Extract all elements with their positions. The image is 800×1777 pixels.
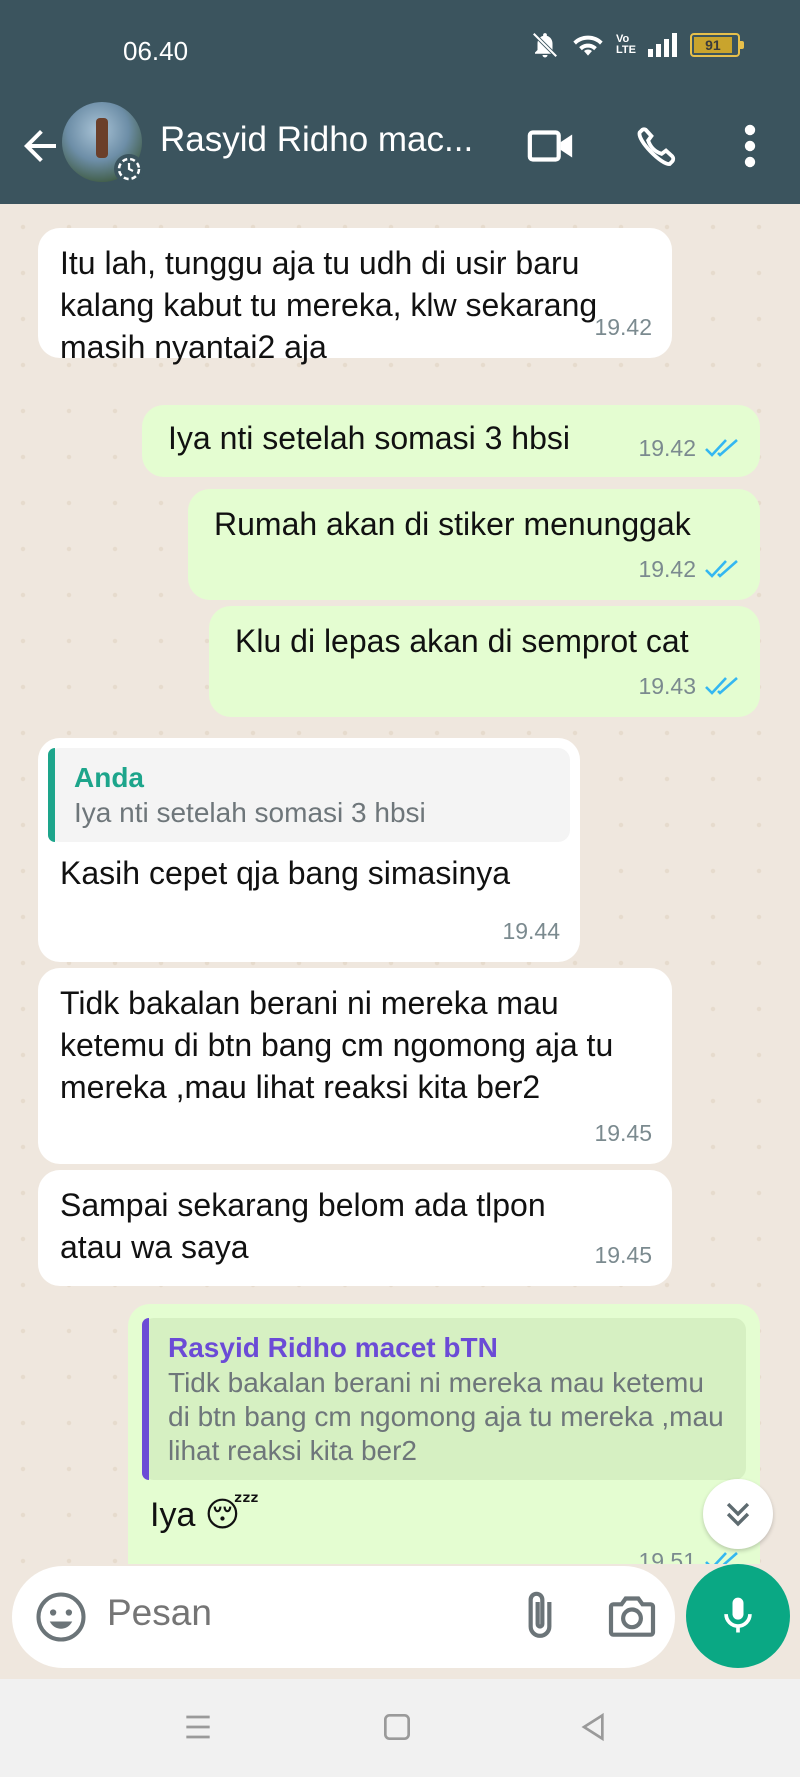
video-call-icon [527, 130, 573, 162]
system-nav-bar [0, 1679, 800, 1777]
voice-call-button[interactable] [628, 118, 684, 174]
status-ring-icon [114, 154, 144, 184]
composer-bar [0, 1564, 800, 1679]
message-time: 19.44 [502, 918, 560, 944]
message-bubble[interactable]: Itu lah, tunggu aja tu udh di usir baru … [38, 228, 672, 365]
message-time: 19.42 [638, 435, 696, 461]
quoted-message[interactable]: Anda Iya nti setelah somasi 3 hbsi [48, 748, 570, 842]
message-input[interactable] [107, 1592, 407, 1634]
read-receipt-icon [705, 677, 738, 695]
message-text: Kasih cepet qja bang simasinya [60, 855, 511, 891]
read-receipt-icon [705, 1552, 738, 1564]
emoji-icon [36, 1592, 86, 1642]
battery-level: 91 [694, 37, 732, 53]
message-text: Rumah akan di stiker menunggak [214, 506, 691, 542]
nav-back-button[interactable] [574, 1707, 614, 1747]
paperclip-icon [528, 1591, 552, 1638]
nav-menu-button[interactable] [178, 1707, 218, 1747]
message-text: Klu di lepas akan di semprot cat [235, 623, 689, 659]
menu-icon [186, 1715, 210, 1739]
status-icons: Vo LTE 91 [530, 30, 744, 60]
message-bubble[interactable]: Sampai sekarang belom ada tlpon atau wa … [38, 1170, 672, 1286]
message-list[interactable]: Itu lah, tunggu aja tu udh di usir baru … [0, 204, 800, 1564]
back-button[interactable] [16, 122, 64, 170]
read-receipt-icon [705, 560, 738, 578]
attach-button[interactable] [512, 1588, 568, 1644]
message-bubble[interactable]: Rumah akan di stiker menunggak 19.42 [188, 489, 760, 600]
mute-notification-icon [532, 32, 558, 58]
read-receipt-icon [705, 439, 738, 457]
message-text: Tidk bakalan berani ni mereka mau ketemu… [60, 985, 614, 1105]
quoted-text: Iya nti setelah somasi 3 hbsi [74, 797, 426, 828]
quoted-author: Anda [74, 762, 144, 793]
message-text: Sampai sekarang belom ada tlpon atau wa … [60, 1187, 546, 1265]
nav-home-button[interactable] [377, 1707, 417, 1747]
back-triangle-icon [581, 1712, 604, 1742]
message-bubble[interactable]: Iya nti setelah somasi 3 hbsi 19.42 [142, 405, 760, 477]
message-time: 19.45 [594, 1242, 652, 1268]
status-bar: 06.40 Vo LTE 91 [0, 0, 800, 100]
signal-icon [648, 33, 677, 57]
camera-icon [608, 1596, 656, 1637]
double-chevron-down-icon [726, 1502, 750, 1527]
message-time: 19.45 [594, 1120, 652, 1146]
message-time: 19.42 [638, 556, 696, 582]
back-arrow-icon [24, 130, 56, 162]
scroll-to-bottom-button[interactable] [703, 1479, 773, 1549]
contact-name[interactable]: Rasyid Ridho mac... [160, 120, 490, 160]
wifi-icon [573, 35, 603, 56]
battery-icon: 91 [690, 33, 744, 57]
video-call-button[interactable] [523, 118, 579, 174]
chat-header: Rasyid Ridho mac... [0, 100, 800, 204]
message-bubble[interactable]: Rasyid Ridho macet bTN Tidk bakalan bera… [128, 1304, 760, 1564]
status-time: 06.40 [123, 36, 189, 66]
message-time: 19.51 [638, 1548, 696, 1564]
emoji-button[interactable] [34, 1590, 88, 1644]
more-options-button[interactable] [722, 118, 778, 174]
composer [12, 1566, 675, 1668]
message-text: Iya 😴 [150, 1496, 260, 1534]
more-vert-icon [744, 124, 756, 168]
quoted-text: Tidk bakalan berani ni mereka mau ketemu… [168, 1367, 724, 1466]
camera-button[interactable] [604, 1588, 664, 1644]
quoted-author: Rasyid Ridho macet bTN [168, 1332, 498, 1363]
message-bubble[interactable]: Anda Iya nti setelah somasi 3 hbsi Kasih… [38, 738, 580, 962]
message-text: Itu lah, tunggu aja tu udh di usir baru … [60, 245, 598, 365]
voice-call-icon [637, 127, 676, 166]
message-time: 19.43 [638, 673, 696, 699]
message-bubble[interactable]: Tidk bakalan berani ni mereka mau ketemu… [38, 968, 672, 1164]
volte-label: Vo LTE [616, 33, 636, 56]
message-bubble[interactable]: Klu di lepas akan di semprot cat 19.43 [209, 606, 760, 717]
home-square-icon [384, 1714, 410, 1740]
voice-message-button[interactable] [686, 1564, 790, 1668]
quoted-message[interactable]: Rasyid Ridho macet bTN Tidk bakalan bera… [142, 1318, 746, 1480]
message-time: 19.42 [594, 314, 652, 340]
microphone-icon [724, 1597, 752, 1633]
